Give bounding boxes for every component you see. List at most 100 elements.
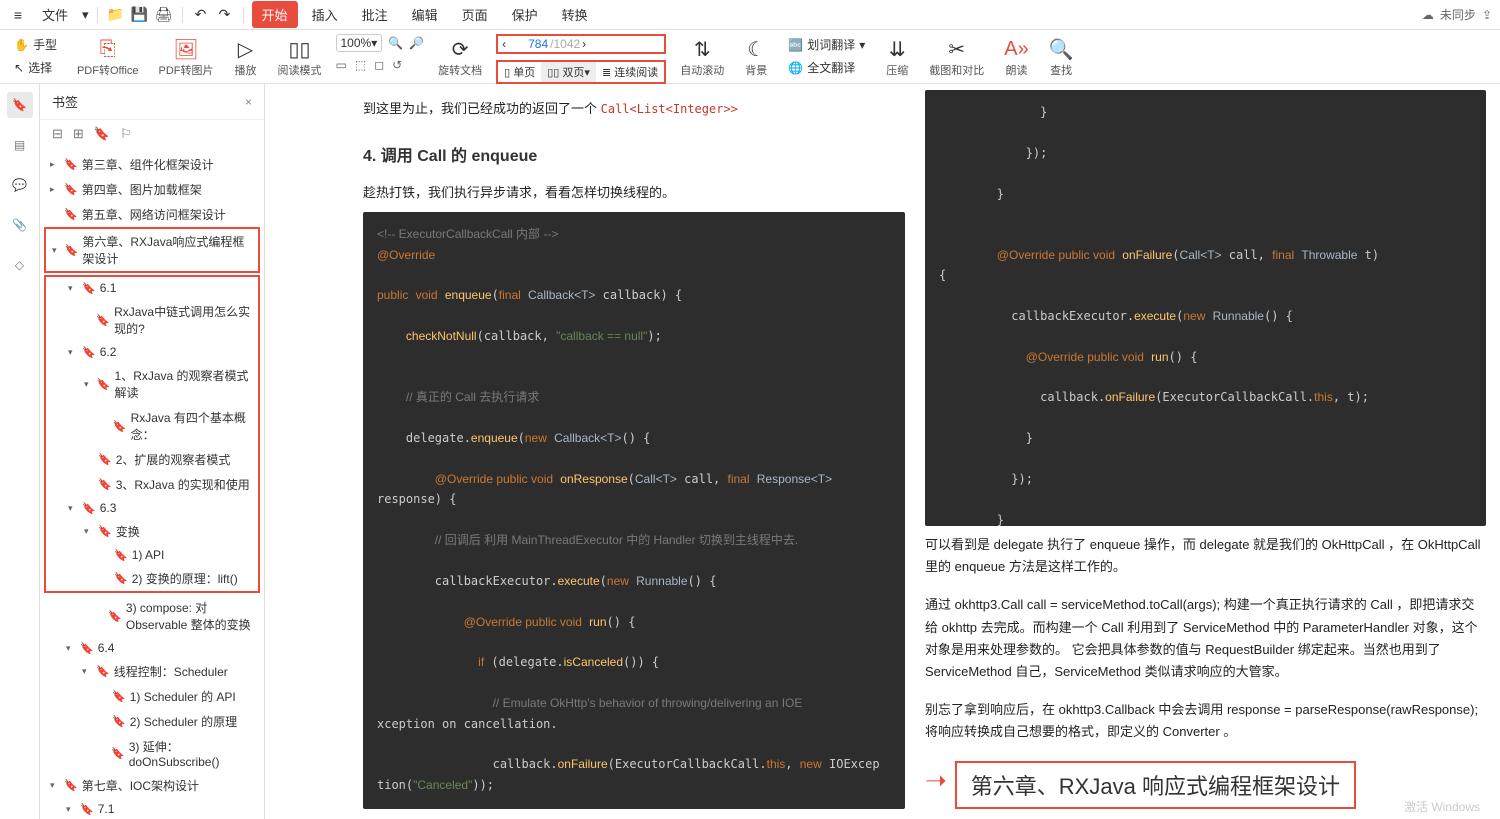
crop-button[interactable]: ✂截图和对比 (923, 34, 990, 80)
dropdown-icon[interactable]: ▾ (82, 7, 89, 23)
full-translate-button[interactable]: 🌐全文翻译 (782, 57, 871, 78)
fit-width-icon[interactable]: ▭ (336, 58, 347, 72)
expand-icon[interactable]: ▾ (68, 283, 78, 294)
close-icon[interactable]: × (245, 95, 252, 109)
attachment-rail-icon[interactable]: 📎 (7, 212, 33, 238)
pdf-office-button[interactable]: ⎘PDF转Office (71, 34, 145, 80)
rotate-icon: ⟳ (452, 36, 469, 62)
single-page-button[interactable]: ▯ 单页 (498, 62, 541, 82)
open-icon[interactable]: 📁 (106, 5, 126, 25)
bookmark-item[interactable]: 🔖3) compose: 对 Observable 整体的变换 (44, 595, 260, 637)
continuous-button[interactable]: ≣ 连续阅读 (596, 62, 664, 82)
bookmark-item[interactable]: ▾🔖6.2 (46, 341, 258, 363)
menu-annotate[interactable]: 批注 (352, 1, 398, 28)
expand-icon[interactable]: ▾ (68, 503, 78, 514)
read-aloud-button[interactable]: A»朗读 (998, 34, 1034, 80)
bookmark-item[interactable]: 🔖2) Scheduler 的原理 (44, 709, 260, 734)
bookmark-item[interactable]: 🔖1) API (46, 544, 258, 566)
bookmark-icon: 🔖 (80, 642, 94, 655)
reflow-icon[interactable]: ↺ (392, 58, 402, 72)
find-button[interactable]: 🔍查找 (1043, 34, 1080, 80)
select-tool[interactable]: ↖选择 (8, 57, 63, 78)
thumbnails-rail-icon[interactable]: ▤ (7, 132, 33, 158)
autoscroll-button[interactable]: ⇅自动滚动 (674, 34, 730, 80)
background-button[interactable]: ☾背景 (738, 34, 774, 80)
zoom-out-icon[interactable]: 🔍 (388, 36, 403, 50)
bookmark-item[interactable]: ▾🔖6.3 (46, 497, 258, 519)
text-line: 到这里为止，我们已经成功的返回了一个 (363, 101, 601, 116)
expand-icon[interactable]: ▾ (68, 347, 78, 358)
bookmark-settings-icon[interactable]: ⚐ (120, 126, 132, 142)
shapes-rail-icon[interactable]: ◇ (7, 252, 33, 278)
bookmark-item[interactable]: 🔖1) Scheduler 的 API (44, 684, 260, 709)
fit-page-icon[interactable]: ⬚ (355, 58, 366, 72)
menu-icon[interactable]: ≡ (8, 5, 28, 25)
pdf-image-icon: 🖼 (173, 36, 198, 62)
expand-icon[interactable]: ▸ (50, 159, 60, 170)
menu-edit[interactable]: 编辑 (402, 1, 448, 28)
bookmark-item[interactable]: 🔖3) 延伸：doOnSubscribe() (44, 734, 260, 773)
cloud-icon[interactable]: ☁ (1422, 8, 1434, 22)
expand-icon[interactable]: ▾ (84, 379, 93, 390)
menu-page[interactable]: 页面 (452, 1, 498, 28)
bookmark-item[interactable]: 🔖RxJava中链式调用怎么实现的? (46, 299, 258, 341)
word-translate-button[interactable]: 🔤划词翻译▾ (782, 34, 871, 55)
expand-icon[interactable]: ▾ (82, 666, 92, 677)
read-mode-button[interactable]: ▯▯阅读模式 (272, 34, 328, 80)
bookmark-item[interactable]: ▾🔖第六章、RXJava响应式编程框架设计 (44, 227, 260, 273)
menu-start[interactable]: 开始 (252, 1, 298, 28)
zoom-in-icon[interactable]: 🔎 (409, 36, 424, 50)
bookmark-item[interactable]: ▾🔖1、RxJava 的观察者模式解读 (46, 363, 258, 405)
view-mode-group: ▯ 单页 ▯▯ 双页▾ ≣ 连续阅读 (496, 60, 666, 84)
rotate-button[interactable]: ⟳旋转文档 (432, 34, 488, 80)
compress-button[interactable]: ⇊压缩 (879, 34, 915, 80)
pdf-image-button[interactable]: 🖼PDF转图片 (153, 34, 220, 80)
undo-icon[interactable]: ↶ (191, 5, 211, 25)
bookmarks-rail-icon[interactable]: 🔖 (7, 92, 33, 118)
page-prev-icon[interactable]: ‹ (502, 37, 506, 51)
bookmark-item[interactable]: 🔖第五章、网络访问框架设计 (44, 202, 260, 227)
actual-size-icon[interactable]: ◻ (374, 58, 384, 72)
add-bookmark-icon[interactable]: 🔖 (94, 126, 110, 142)
paragraph: 趁热打铁，我们执行异步请求，看看怎样切换线程的。 (363, 182, 905, 204)
bookmark-item[interactable]: ▾🔖6.1 (46, 277, 258, 299)
play-button[interactable]: ▷播放 (228, 34, 264, 80)
expand-icon[interactable]: ▸ (50, 184, 60, 195)
expand-icon[interactable]: ▾ (66, 804, 76, 815)
menu-file[interactable]: 文件 (32, 1, 78, 28)
bookmark-item[interactable]: ▸🔖第三章、组件化框架设计 (44, 152, 260, 177)
menu-insert[interactable]: 插入 (302, 1, 348, 28)
bookmark-label: 6.1 (100, 281, 117, 295)
collapse-all-icon[interactable]: ⊟ (52, 126, 63, 142)
print-icon[interactable]: 🖨 (154, 5, 174, 25)
redo-icon[interactable]: ↷ (215, 5, 235, 25)
expand-icon[interactable]: ▾ (66, 643, 76, 654)
expand-icon[interactable]: ▾ (52, 245, 61, 256)
bookmark-item[interactable]: ▾🔖第七章、IOC架构设计 (44, 773, 260, 798)
double-page-button[interactable]: ▯▯ 双页▾ (541, 62, 596, 82)
hand-tool[interactable]: ✋手型 (8, 34, 63, 55)
menubar: ≡ 文件 ▾ 📁 💾 🖨 ↶ ↷ 开始 插入 批注 编辑 页面 保护 转换 ☁ … (0, 0, 1500, 30)
bookmark-item[interactable]: ▸🔖第四章、图片加载框架 (44, 177, 260, 202)
bookmark-icon: 🔖 (111, 747, 125, 760)
expand-all-icon[interactable]: ⊞ (73, 126, 84, 142)
arrow-icon: ➝ (925, 765, 947, 796)
bookmark-item[interactable]: 🔖3、RxJava 的实现和使用 (46, 472, 258, 497)
menu-protect[interactable]: 保护 (502, 1, 548, 28)
page-input[interactable] (508, 37, 548, 51)
bookmark-item[interactable]: ▾🔖线程控制：Scheduler (44, 659, 260, 684)
bookmark-item[interactable]: ▾🔖变换 (46, 519, 258, 544)
share-icon[interactable]: ⇪ (1482, 8, 1492, 22)
bookmark-item[interactable]: 🔖RxJava 有四个基本概念： (46, 405, 258, 447)
page-next-icon[interactable]: › (582, 37, 586, 51)
save-icon[interactable]: 💾 (130, 5, 150, 25)
expand-icon[interactable]: ▾ (50, 780, 60, 791)
expand-icon[interactable]: ▾ (84, 526, 94, 537)
zoom-select[interactable]: 100% ▾ (336, 34, 383, 52)
bookmark-item[interactable]: ▾🔖7.1 (44, 798, 260, 819)
comment-rail-icon[interactable]: 💬 (7, 172, 33, 198)
bookmark-item[interactable]: ▾🔖6.4 (44, 637, 260, 659)
menu-convert[interactable]: 转换 (552, 1, 598, 28)
bookmark-item[interactable]: 🔖2) 变换的原理：lift() (46, 566, 258, 591)
bookmark-item[interactable]: 🔖2、扩展的观察者模式 (46, 447, 258, 472)
